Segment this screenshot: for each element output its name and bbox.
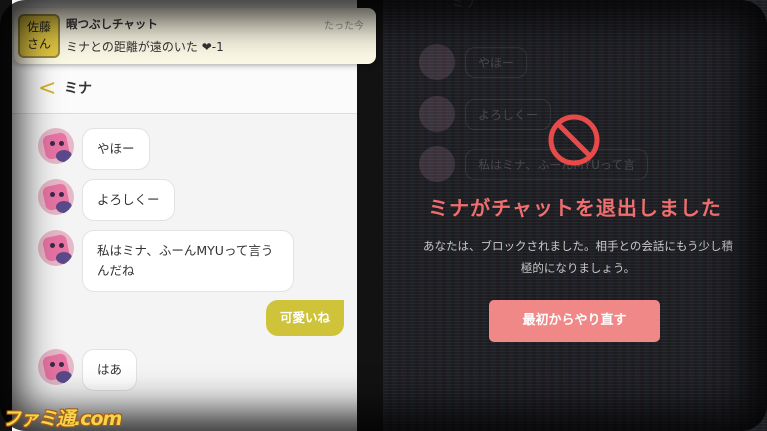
- partner-avatar: [38, 349, 74, 385]
- ghost-avatar: [419, 44, 455, 80]
- block-icon: [548, 114, 600, 166]
- partner-avatar: [38, 128, 74, 164]
- ghost-avatar: [419, 96, 455, 132]
- ghost-bubble: よろしくー: [465, 98, 552, 130]
- sender-icon: 佐藤 さん: [18, 14, 60, 58]
- ghost-message-row: やほー: [419, 44, 528, 80]
- message-row: やほー: [38, 128, 150, 170]
- partner-avatar: [38, 179, 74, 215]
- exit-title: ミナがチャットを退出しました: [428, 196, 722, 220]
- message-bubble: はあ: [82, 349, 138, 391]
- ghost-message-row: 私はミナ、ふーんMYUって言: [419, 146, 649, 182]
- message-bubble: よろしくー: [82, 179, 175, 221]
- message-row: はあ: [38, 349, 138, 391]
- ghost-message-row: よろしくー: [419, 96, 552, 132]
- ghost-bubble: やほー: [465, 46, 528, 78]
- notification-banner[interactable]: 佐藤 さん 暇つぶしチャット たった今 ミナとの距離が遠のいた ❤-1: [14, 8, 376, 64]
- restart-button[interactable]: 最初からやり直す: [489, 300, 660, 342]
- notification-body: ミナとの距離が遠のいた ❤-1: [66, 40, 224, 54]
- chat-header: < ミナ: [12, 66, 357, 114]
- message-row: よろしくー: [38, 179, 175, 221]
- game-screen: < ミナ やほー よろしくー 私はミナ、ふーんMYUって言うんだね 可愛いね は…: [0, 0, 767, 431]
- ghost-chat-title: ミナ: [451, 0, 479, 11]
- message-row: 私はミナ、ふーんMYUって言うんだね: [38, 230, 294, 292]
- notification-time: たった今: [324, 21, 364, 32]
- sender-icon-text: 佐藤 さん: [26, 20, 51, 51]
- exit-description: あなたは、ブロックされました。相手との会話にもう少し積極的になりましょう。: [422, 239, 734, 275]
- my-message-bubble: 可愛いね: [266, 300, 344, 336]
- watermark-logo: ファミ通.com: [2, 408, 122, 430]
- partner-avatar: [38, 230, 74, 266]
- message-bubble: やほー: [82, 128, 150, 170]
- chat-partner-name: ミナ: [64, 81, 92, 97]
- notification-app-name: 暇つぶしチャット: [66, 17, 158, 31]
- ghost-avatar: [419, 146, 455, 182]
- message-bubble: 私はミナ、ふーんMYUって言うんだね: [82, 230, 294, 292]
- back-chevron-icon[interactable]: <: [38, 74, 56, 104]
